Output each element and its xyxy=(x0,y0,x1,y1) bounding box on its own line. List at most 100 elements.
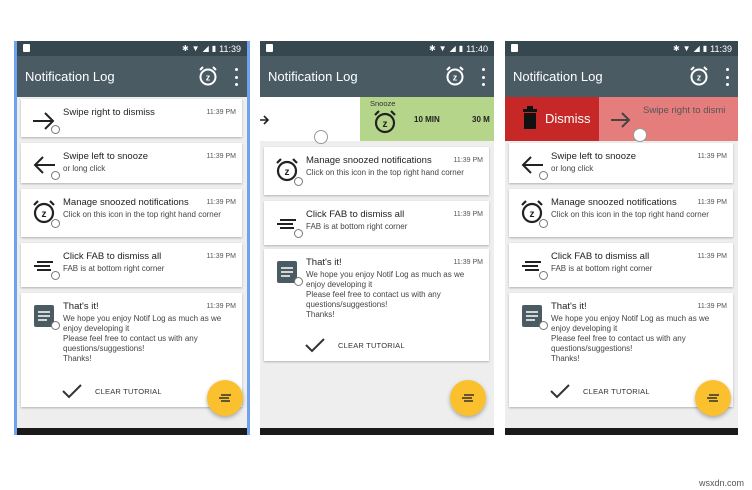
snooze-options-strip: Snooze z 10 MIN 30 M xyxy=(360,97,494,141)
status-ring-icon xyxy=(51,125,60,134)
snooze-option-10min[interactable]: 10 MIN xyxy=(414,115,440,124)
card-time: 11:39 PM xyxy=(206,109,236,116)
card-title: Manage snoozed notifications xyxy=(306,155,432,166)
card-time: 11:39 PM xyxy=(206,303,236,310)
status-bar: ✱ ▼ ◢ ▮ 11:40 xyxy=(260,41,494,56)
card-time: 11:39 PM xyxy=(453,157,483,164)
app-title: Notification Log xyxy=(25,69,115,84)
card-time: 11:39 PM xyxy=(697,153,727,160)
status-time: 11:40 xyxy=(466,43,488,54)
svg-text:z: z xyxy=(42,209,47,220)
clear-tutorial-button[interactable]: CLEAR TUTORIAL xyxy=(61,383,162,399)
wifi-icon: ▼ xyxy=(438,44,447,53)
nav-bar xyxy=(17,428,247,435)
arrow-right-icon xyxy=(260,115,270,125)
card-click-fab[interactable]: Click FAB to dismiss all 11:39 PM FAB is… xyxy=(21,243,242,287)
status-ring-icon xyxy=(539,321,548,330)
status-ring-icon xyxy=(294,229,303,238)
phone-screen-3: ✱ ▼ ◢ ▮ 11:39 Notification Log z Dismiss… xyxy=(505,41,738,435)
battery-icon: ▮ xyxy=(458,44,464,53)
card-body: FAB is at bottom right corner xyxy=(551,264,653,273)
signal-icon: ◢ xyxy=(449,44,456,53)
card-swipe-left[interactable]: Swipe left to snooze 11:39 PM or long cl… xyxy=(21,143,242,183)
dismiss-all-fab[interactable] xyxy=(207,380,243,416)
overflow-menu-icon[interactable] xyxy=(480,68,486,86)
trash-icon xyxy=(523,106,537,129)
notification-icon xyxy=(266,44,273,52)
check-icon xyxy=(305,338,325,353)
card-thats-it[interactable]: That's it! 11:39 PM We hope you enjoy No… xyxy=(264,249,489,361)
card-time: 11:39 PM xyxy=(697,199,727,206)
clear-tutorial-label: CLEAR TUTORIAL xyxy=(338,340,405,350)
card-time: 11:39 PM xyxy=(453,211,483,218)
card-swipe-right[interactable]: Swipe right to dismiss 11:39 PM xyxy=(21,99,242,137)
snooze-alarm-icon[interactable]: z xyxy=(197,65,219,87)
battery-icon: ▮ xyxy=(211,44,217,53)
card-body: Click on this icon in the top right hand… xyxy=(551,210,709,219)
card-title: Swipe left to snooze xyxy=(63,151,149,162)
card-manage-snoozed[interactable]: z Manage snoozed notifications 11:39 PM … xyxy=(21,189,242,237)
app-bar: Notification Log z xyxy=(17,56,247,97)
status-time: 11:39 xyxy=(710,43,732,54)
card-title: Swipe left to snooze xyxy=(551,151,637,162)
card-body: or long click xyxy=(63,164,106,173)
dismiss-all-fab[interactable] xyxy=(450,380,486,416)
card-body: Click on this icon in the top right hand… xyxy=(63,210,221,219)
clear-tutorial-button[interactable]: CLEAR TUTORIAL xyxy=(304,337,405,353)
status-ring-icon xyxy=(539,219,548,228)
status-ring-icon xyxy=(51,321,60,330)
dismiss-all-fab[interactable] xyxy=(695,380,731,416)
overflow-menu-icon[interactable] xyxy=(724,68,730,86)
card-click-fab[interactable]: Click FAB to dismiss all 11:39 PM FAB is… xyxy=(509,243,733,287)
status-ring-icon xyxy=(539,171,548,180)
status-ring-icon xyxy=(51,171,60,180)
overflow-menu-icon[interactable] xyxy=(233,68,239,86)
svg-text:z: z xyxy=(697,73,702,83)
nav-bar xyxy=(505,428,738,435)
touch-indicator xyxy=(314,130,328,144)
dragged-card-ghost[interactable]: Swipe right to dismi xyxy=(599,97,738,141)
card-time: 11:39 PM xyxy=(206,253,236,260)
notification-icon xyxy=(23,44,30,52)
status-bar: ✱ ▼ ◢ ▮ 11:39 xyxy=(17,41,247,56)
snooze-alarm-icon[interactable]: z xyxy=(688,65,710,87)
watermark: wsxdn.com xyxy=(698,478,744,488)
card-title: That's it! xyxy=(63,301,99,312)
card-title: Click FAB to dismiss all xyxy=(63,251,162,262)
card-time: 11:39 PM xyxy=(697,303,727,310)
card-body: We hope you enjoy Notif Log as much as w… xyxy=(551,314,710,363)
dismiss-label: Dismiss xyxy=(545,111,591,126)
swiped-card-fragment[interactable] xyxy=(260,97,360,141)
svg-text:z: z xyxy=(453,73,458,83)
status-time: 11:39 xyxy=(219,43,241,54)
card-title: Manage snoozed notifications xyxy=(551,197,677,208)
card-time: 11:39 PM xyxy=(697,253,727,260)
card-title: That's it! xyxy=(306,257,342,268)
app-title: Notification Log xyxy=(268,69,358,84)
card-swipe-left[interactable]: Swipe left to snooze 11:39 PM or long cl… xyxy=(509,143,733,183)
card-title: Click FAB to dismiss all xyxy=(306,209,405,220)
dismiss-all-icon xyxy=(462,394,474,402)
snooze-label: Snooze xyxy=(370,99,396,108)
snooze-option-30min[interactable]: 30 M xyxy=(472,115,490,124)
card-click-fab[interactable]: Click FAB to dismiss all 11:39 PM FAB is… xyxy=(264,201,489,245)
app-title: Notification Log xyxy=(513,69,603,84)
wifi-icon: ▼ xyxy=(191,44,200,53)
signal-icon: ◢ xyxy=(202,44,209,53)
card-manage-snoozed[interactable]: z Manage snoozed notifications 11:39 PM … xyxy=(509,189,733,237)
snooze-alarm-icon[interactable]: z xyxy=(444,65,466,87)
status-ring-icon xyxy=(294,177,303,186)
card-title: Manage snoozed notifications xyxy=(63,197,189,208)
battery-icon: ▮ xyxy=(702,44,708,53)
dismiss-all-icon xyxy=(219,394,231,402)
touch-indicator xyxy=(633,128,647,142)
card-title: Swipe right to dismiss xyxy=(63,107,155,118)
card-manage-snoozed[interactable]: z Manage snoozed notifications 11:39 PM … xyxy=(264,147,489,195)
card-body: FAB is at bottom right corner xyxy=(63,264,165,273)
card-body: We hope you enjoy Notif Log as much as w… xyxy=(63,314,222,363)
clear-tutorial-label: CLEAR TUTORIAL xyxy=(95,386,162,396)
clear-tutorial-button[interactable]: CLEAR TUTORIAL xyxy=(549,383,650,399)
card-time: 11:39 PM xyxy=(206,153,236,160)
signal-icon: ◢ xyxy=(693,44,700,53)
svg-text:z: z xyxy=(285,167,290,178)
